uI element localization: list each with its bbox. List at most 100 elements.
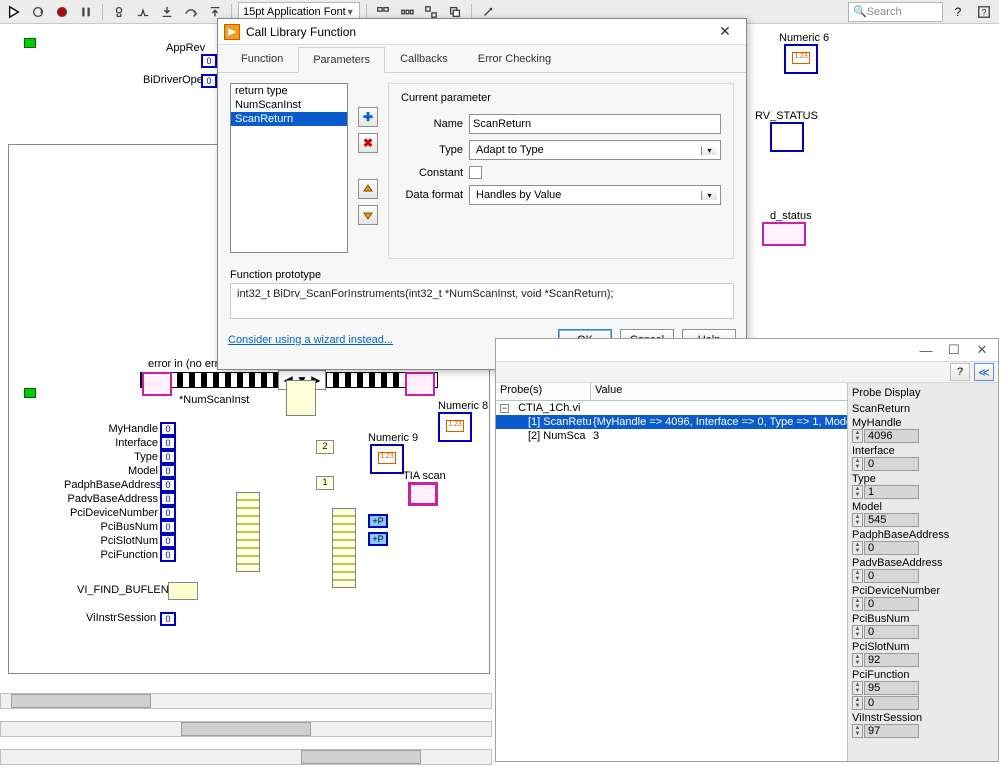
ctrl-term[interactable]: 0 xyxy=(160,548,176,562)
label-numeric8: Numeric 8 xyxy=(438,400,488,412)
parameter-list[interactable]: return type NumScanInst ScanReturn xyxy=(230,83,348,253)
step-over-icon[interactable] xyxy=(181,2,201,22)
wizard-link[interactable]: Consider using a wizard instead... xyxy=(228,334,393,346)
bd-scroll-3[interactable] xyxy=(0,749,492,765)
probe-row-1[interactable]: [1] ScanRetu {MyHandle => 4096, Interfac… xyxy=(496,415,847,429)
const-true[interactable] xyxy=(24,38,36,48)
dialog-tabs: Function Parameters Callbacks Error Chec… xyxy=(218,45,746,73)
name-input[interactable]: ScanReturn xyxy=(469,114,721,134)
const-true-2[interactable] xyxy=(24,388,36,398)
proto-label: Function prototype xyxy=(230,269,734,281)
ctrl-term[interactable]: 0 xyxy=(160,422,176,436)
format-combo[interactable]: Handles by Value▾ xyxy=(469,185,721,205)
ctrl-errorin[interactable] xyxy=(142,372,172,396)
clfn-node[interactable] xyxy=(286,380,316,416)
probe-2[interactable]: +P xyxy=(368,532,388,546)
tab-function[interactable]: Function xyxy=(226,46,298,72)
probe-field-value[interactable]: ▲▼95 xyxy=(852,681,994,695)
delete-param-button[interactable]: ✖ xyxy=(358,133,378,153)
ctrl-term[interactable]: 0 xyxy=(160,520,176,534)
ctrl-term[interactable]: 0 xyxy=(160,534,176,548)
probe-field-value[interactable]: ▲▼97 xyxy=(852,724,994,738)
ind-tia[interactable] xyxy=(408,482,438,506)
ctrl-bidrv[interactable]: 0 xyxy=(201,74,217,88)
probe-field-value[interactable]: ▲▼1 xyxy=(852,485,994,499)
probe-collapse-icon[interactable]: ≪ xyxy=(974,363,994,381)
close-probe-icon[interactable]: ✕ xyxy=(970,340,994,360)
label-numeric6: Numeric 6 xyxy=(779,32,829,44)
probe-field-label: PciDeviceNumber xyxy=(852,585,994,597)
retain-icon[interactable] xyxy=(133,2,153,22)
label-numeric9: Numeric 9 xyxy=(368,432,418,444)
probe-field-value[interactable]: ▲▼0 xyxy=(852,457,994,471)
bundle-node[interactable] xyxy=(236,492,260,572)
collapse-icon[interactable]: − xyxy=(500,404,509,413)
param-scanreturn[interactable]: ScanReturn xyxy=(231,112,347,126)
maximize-icon[interactable]: ☐ xyxy=(942,340,966,360)
ctrl-term[interactable]: 0 xyxy=(160,464,176,478)
tab-callbacks[interactable]: Callbacks xyxy=(385,46,463,72)
label-vifind: VI_FIND_BUFLEN xyxy=(77,584,169,596)
ctrl-term[interactable]: 0 xyxy=(160,436,176,450)
probe-field-value[interactable]: ▲▼92 xyxy=(852,653,994,667)
ind-numeric9[interactable]: 1.23 xyxy=(370,444,404,474)
proto-box: int32_t BiDrv_ScanForInstruments(int32_t… xyxy=(230,283,734,319)
search-input[interactable]: 🔍 Search xyxy=(848,2,943,22)
label-rvstatus: RV_STATUS xyxy=(755,110,818,122)
label-viinstr: ViInstrSession xyxy=(86,612,156,624)
indicator-numeric6[interactable]: 1.23 xyxy=(784,44,818,74)
ind-numeric8[interactable]: 1.23 xyxy=(438,412,472,442)
terminal-labels: MyHandle Interface Type Model PadphBaseA… xyxy=(64,422,158,562)
dialog-titlebar: Call Library Function ✕ xyxy=(218,19,746,45)
run-cont-icon[interactable] xyxy=(28,2,48,22)
highlight-icon[interactable] xyxy=(109,2,129,22)
ctrl-apprev[interactable]: 0 xyxy=(201,54,217,68)
probe-1[interactable]: +P xyxy=(368,514,388,528)
ctrl-term[interactable]: 0 xyxy=(160,492,176,506)
probe-field-label: PadphBaseAddress xyxy=(852,529,994,541)
label-apprev: AppRev xyxy=(166,42,205,54)
run-icon[interactable] xyxy=(4,2,24,22)
step-into-icon[interactable] xyxy=(157,2,177,22)
ctrl-term[interactable]: 0 xyxy=(160,506,176,520)
move-up-button[interactable] xyxy=(358,179,378,199)
probe-row-2[interactable]: [2] NumSca 3 xyxy=(496,429,847,443)
close-icon[interactable]: ✕ xyxy=(710,21,740,43)
pause-icon[interactable] xyxy=(76,2,96,22)
probe-field-value[interactable]: ▲▼0 xyxy=(852,597,994,611)
probe-field-value[interactable]: ▲▼0 xyxy=(852,696,994,710)
bd-scroll-2[interactable] xyxy=(0,721,492,737)
ind-errorout[interactable] xyxy=(405,372,435,396)
ctrl-term[interactable]: 0 xyxy=(160,450,176,464)
ctrl-term[interactable]: 0 xyxy=(160,478,176,492)
probe-titlebar: — ☐ ✕ xyxy=(496,339,998,361)
help-icon[interactable]: ? xyxy=(947,1,969,23)
probe-field-value[interactable]: ▲▼0 xyxy=(852,569,994,583)
add-param-button[interactable]: ✚ xyxy=(358,107,378,127)
param-return[interactable]: return type xyxy=(231,84,347,98)
unbundle-node[interactable] xyxy=(332,508,356,588)
probe-display-panel: Probe Display ScanReturn MyHandle▲▼4096I… xyxy=(848,383,998,761)
probe-field-value[interactable]: ▲▼0 xyxy=(852,541,994,555)
indicator-dstatus[interactable] xyxy=(762,222,806,246)
probe-field-value[interactable]: ▲▼0 xyxy=(852,625,994,639)
probe-tree[interactable]: − CTIA_1Ch.vi [1] ScanRetu {MyHandle => … xyxy=(496,401,847,761)
ctrl-viinstr[interactable]: 0 xyxy=(160,612,176,626)
const-vifind[interactable] xyxy=(168,582,198,600)
context-help-icon[interactable]: ? xyxy=(973,1,995,23)
type-combo[interactable]: Adapt to Type▾ xyxy=(469,140,721,160)
probe-field-value[interactable]: ▲▼4096 xyxy=(852,429,994,443)
label-dstatus: d_status xyxy=(770,210,812,222)
bd-scroll-1[interactable] xyxy=(0,693,492,709)
minimize-icon[interactable]: — xyxy=(914,340,938,360)
abort-icon[interactable] xyxy=(52,2,72,22)
tab-parameters[interactable]: Parameters xyxy=(298,47,385,73)
probe-field-label: MyHandle xyxy=(852,417,994,429)
param-numscan[interactable]: NumScanInst xyxy=(231,98,347,112)
tab-error-checking[interactable]: Error Checking xyxy=(463,46,566,72)
probe-field-value[interactable]: ▲▼545 xyxy=(852,513,994,527)
move-down-button[interactable] xyxy=(358,205,378,225)
probe-help-icon[interactable]: ? xyxy=(950,363,970,381)
constant-checkbox[interactable] xyxy=(469,166,482,179)
indicator-rvstatus[interactable] xyxy=(770,122,804,152)
